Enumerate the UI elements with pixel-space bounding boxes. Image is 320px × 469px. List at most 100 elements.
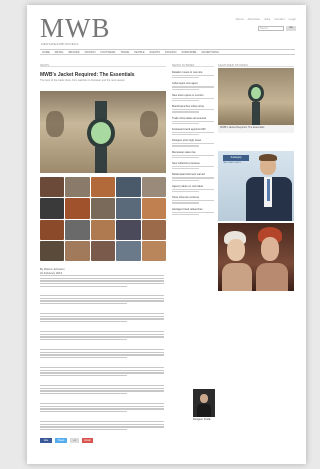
nav-item-trade[interactable]: TRADE	[120, 51, 129, 54]
text-line	[172, 77, 200, 79]
brief-item[interactable]: Designer joins high street	[172, 139, 214, 147]
nav-item-retail[interactable]: RETAIL	[55, 51, 64, 54]
collage-tile	[40, 177, 65, 198]
featured-watch-image[interactable]	[218, 68, 294, 125]
brief-item[interactable]: Retail award winners named	[172, 173, 214, 181]
email-share-button[interactable]: Email	[82, 438, 93, 443]
brief-item-title[interactable]: New store opens in London	[172, 94, 214, 97]
brief-item-title[interactable]: Designer joins high street	[172, 139, 214, 142]
suit-advert-brand[interactable]: Suitsupply	[223, 155, 249, 161]
brief-item-title[interactable]: Retailer moves to new site	[172, 71, 214, 74]
fashion-advert[interactable]	[218, 223, 294, 291]
designer-profile-label[interactable]: Designer Profile	[193, 418, 217, 421]
text-line	[40, 285, 127, 288]
brief-item[interactable]: Menswear sales rise	[172, 151, 214, 158]
top-link-advertise[interactable]: Advertise	[247, 17, 260, 21]
brief-item-title[interactable]: Brand launches online shop	[172, 105, 214, 108]
brief-item-title[interactable]: Heritage brand relaunches	[172, 208, 214, 211]
nav-item-opinion[interactable]: OPINION	[84, 51, 95, 54]
brief-item-title[interactable]: Label signs new agent	[172, 82, 214, 85]
article-paragraph	[40, 331, 164, 342]
article-title[interactable]: MWB's Jacket Required: The Essentials	[40, 72, 165, 78]
nav-item-events[interactable]: EVENTS	[150, 51, 160, 54]
share-bar: Like Tweet +1 Email	[40, 438, 93, 443]
text-line	[172, 190, 200, 193]
search-button[interactable]: Go	[286, 26, 296, 31]
brief-item-title[interactable]: New collection previews	[172, 162, 214, 165]
brief-item[interactable]: Label signs new agent	[172, 82, 214, 90]
text-line	[40, 313, 164, 315]
nav-item-home[interactable]: HOME	[42, 51, 50, 54]
text-line	[172, 154, 214, 156]
brief-item-title[interactable]: Agency takes on new label	[172, 185, 214, 188]
site-logo[interactable]: MWB	[40, 15, 111, 42]
google-plus-button[interactable]: +1	[70, 438, 79, 443]
model-hair	[259, 154, 277, 161]
model-tie	[267, 179, 270, 201]
brief-item[interactable]: New store opens in London	[172, 94, 214, 102]
text-line	[40, 303, 127, 305]
article-paragraph	[40, 349, 164, 360]
search-input[interactable]: Search	[258, 26, 284, 31]
brief-item[interactable]: Agency takes on new label	[172, 185, 214, 193]
model-left-face	[227, 239, 245, 261]
text-line	[40, 385, 164, 387]
text-line	[40, 295, 164, 297]
nav-item-footwear[interactable]: FOOTWEAR	[100, 51, 115, 54]
text-line	[172, 134, 200, 136]
collage-tile	[116, 219, 141, 240]
nav-item-subscribe[interactable]: SUBSCRIBE	[181, 51, 196, 54]
watch-strap-top	[95, 101, 107, 119]
featured-caption[interactable]: MWB's Jacket Required: The Essentials	[218, 125, 294, 133]
brief-item[interactable]: Retailer moves to new site	[172, 71, 214, 79]
text-line	[172, 211, 214, 213]
text-line	[40, 423, 164, 426]
brief-item[interactable]: Footwear brand appoints MD	[172, 128, 214, 136]
top-link-login[interactable]: Login	[289, 17, 296, 21]
designer-profile-image[interactable]	[193, 389, 215, 417]
brief-item[interactable]: Heritage brand relaunches	[172, 208, 214, 215]
top-link-about[interactable]: About	[236, 17, 244, 21]
nav-item-advertising[interactable]: ADVERTISING	[201, 51, 219, 54]
collage-tile	[90, 219, 116, 240]
news-in-brief-list: Retailer moves to new site Label signs ne…	[172, 71, 214, 219]
text-line	[172, 97, 214, 99]
nav-item-people[interactable]: PEOPLE	[134, 51, 144, 54]
text-line	[172, 88, 200, 90]
collage-tile	[65, 219, 90, 240]
collage-tile	[65, 198, 90, 219]
text-line	[40, 333, 164, 336]
brief-item[interactable]: New collection previews	[172, 162, 214, 170]
collage-tile	[116, 198, 141, 219]
text-line	[172, 202, 200, 204]
twitter-tweet-button[interactable]: Tweet	[55, 438, 67, 443]
brief-item-title[interactable]: Retail award winners named	[172, 173, 214, 176]
brief-item[interactable]: Brand launches online shop	[172, 105, 214, 113]
text-line	[172, 143, 214, 145]
nav-item-fashion[interactable]: FASHION	[165, 51, 176, 54]
top-link-contact[interactable]: Contact	[274, 17, 284, 21]
brief-item-title[interactable]: Menswear sales rise	[172, 151, 214, 154]
collage-tile	[65, 177, 90, 198]
collage-tile	[116, 177, 141, 198]
top-link-jobs[interactable]: Jobs	[264, 17, 270, 21]
facebook-like-button[interactable]: Like	[40, 438, 52, 443]
page-frame: MWB MENSWEARBUSINESS About Advertise Job…	[27, 5, 306, 464]
featured-watch-face	[251, 87, 261, 99]
text-line	[172, 166, 214, 168]
brief-item-title[interactable]: Footwear brand appoints MD	[172, 128, 214, 131]
text-line	[172, 200, 214, 202]
featured-watch-strap	[252, 102, 260, 125]
text-line	[40, 297, 164, 300]
brief-item-title[interactable]: Store closures continue	[172, 196, 214, 199]
text-line	[40, 339, 127, 341]
brief-item[interactable]: Store closures continue	[172, 196, 214, 204]
text-line	[172, 179, 200, 181]
brief-item[interactable]: Trade show dates announced	[172, 117, 214, 124]
text-line	[172, 156, 200, 158]
collage-tile	[65, 240, 90, 261]
article-paragraph	[40, 275, 164, 288]
top-links: About Advertise Jobs Contact Login	[236, 17, 296, 21]
nav-item-brands[interactable]: BRANDS	[69, 51, 80, 54]
brief-item-title[interactable]: Trade show dates announced	[172, 117, 214, 120]
